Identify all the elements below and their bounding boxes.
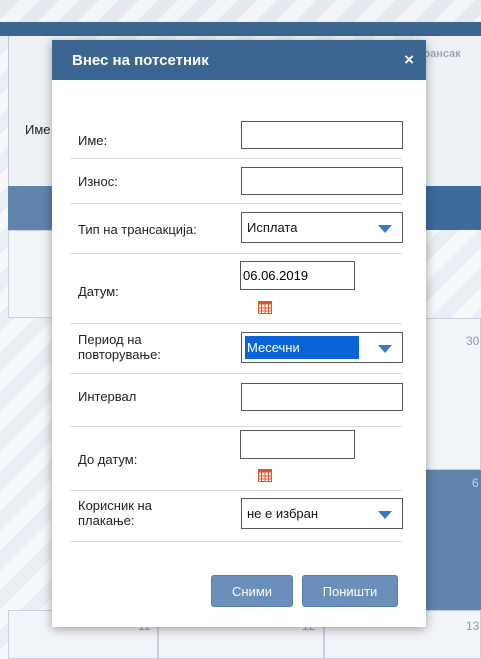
name-label: Име: xyxy=(78,133,108,148)
close-icon[interactable]: × xyxy=(404,51,414,68)
chevron-down-icon xyxy=(378,225,392,233)
payment-user-label-line2: плакање: xyxy=(78,513,135,528)
dialog-header: Внес на потсетник × xyxy=(52,40,426,80)
chevron-down-icon xyxy=(378,345,392,353)
amount-input[interactable] xyxy=(241,167,403,195)
transaction-type-value: Исплата xyxy=(247,220,298,235)
repeat-period-value: Месечни xyxy=(245,336,359,359)
payment-user-label-line1: Корисник на xyxy=(78,498,152,513)
transaction-type-select[interactable]: Исплата xyxy=(241,212,403,243)
calendar-day-number: 30 xyxy=(466,334,480,348)
date-label: Датум: xyxy=(78,284,119,299)
interval-row: Интервал xyxy=(70,373,403,427)
date-row: Датум: xyxy=(70,253,402,324)
until-date-label: До датум: xyxy=(78,452,138,467)
background-name-label: Име xyxy=(25,122,51,137)
chevron-down-icon xyxy=(378,511,392,519)
repeat-period-row: Период на повторување: Месечни xyxy=(70,323,403,374)
interval-input[interactable] xyxy=(241,383,403,411)
until-date-input[interactable] xyxy=(240,430,355,459)
dialog-title: Внес на потсетник xyxy=(72,52,209,69)
repeat-period-select[interactable]: Месечни xyxy=(241,332,403,363)
background-header-bar xyxy=(0,22,481,36)
until-date-row: До датум: xyxy=(70,426,402,491)
calendar-icon[interactable] xyxy=(258,300,272,314)
calendar-day-number: 13 xyxy=(466,619,480,633)
date-input[interactable] xyxy=(240,261,355,290)
amount-row: Износ: xyxy=(70,158,403,204)
cancel-button[interactable]: Поништи xyxy=(302,575,398,607)
calendar-day-number: 6 xyxy=(472,476,479,490)
amount-label: Износ: xyxy=(78,174,118,189)
repeat-period-label-line1: Период на xyxy=(78,332,142,347)
save-button[interactable]: Сними xyxy=(211,575,293,607)
transaction-type-row: Тип на трансакција: Исплата xyxy=(70,203,403,254)
repeat-period-label-line2: повторување: xyxy=(78,347,161,362)
name-input[interactable] xyxy=(241,121,403,149)
calendar-icon[interactable] xyxy=(258,468,272,482)
reminder-dialog: Внес на потсетник × Име: Износ: Тип на т… xyxy=(52,40,426,627)
payment-user-value: не е избран xyxy=(247,506,319,521)
transaction-type-label: Тип на трансакција: xyxy=(78,222,197,237)
payment-user-row: Корисник на плакање: не е избран xyxy=(70,490,403,542)
interval-label: Интервал xyxy=(78,389,137,404)
background-top-band xyxy=(0,0,481,22)
payment-user-select[interactable]: не е избран xyxy=(241,498,403,529)
name-row: Име: xyxy=(70,113,403,159)
